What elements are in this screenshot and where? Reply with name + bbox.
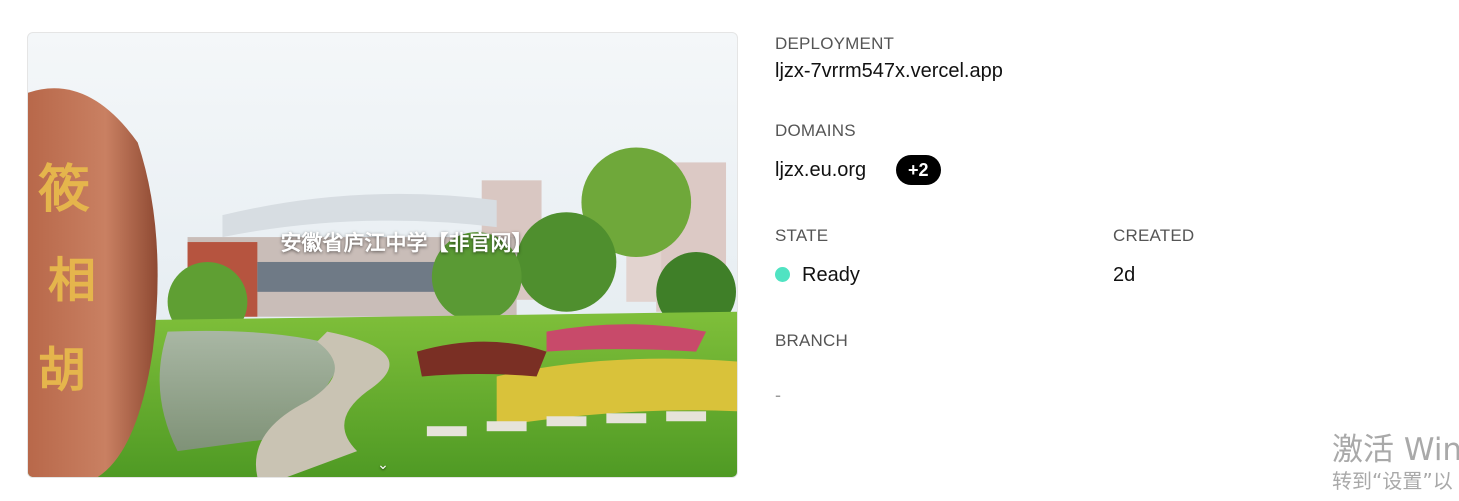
deployment-label: DEPLOYMENT — [775, 34, 895, 53]
created-value: 2d — [1113, 264, 1136, 286]
svg-text:相: 相 — [48, 253, 96, 309]
svg-text:胡: 胡 — [38, 342, 86, 398]
state-label: STATE — [775, 226, 829, 245]
state-value: Ready — [802, 264, 860, 286]
preview-title: 安徽省庐江中学【非官网】 — [280, 231, 533, 255]
domains-label: DOMAINS — [775, 121, 856, 140]
more-domains-badge[interactable]: +2 — [896, 155, 941, 185]
chevron-down-icon[interactable]: ⌄ — [374, 455, 392, 473]
deployment-url-link[interactable]: ljzx-7vrrm547x.vercel.app — [775, 60, 1003, 83]
branch-value: - — [775, 385, 781, 405]
svg-text:筱: 筱 — [38, 159, 90, 220]
domain-link[interactable]: ljzx.eu.org — [775, 159, 866, 182]
status-indicator — [775, 267, 790, 282]
deployment-preview[interactable]: 筱 相 胡 安徽省庐江中学【非官网】 ⌄ — [27, 32, 738, 478]
deployment-overview: 筱 相 胡 安徽省庐江中学【非官网】 ⌄ DEPLOYMENT ljzx-7vr… — [0, 0, 1459, 501]
activation-watermark-title: 激活 Win — [1332, 432, 1459, 468]
activation-watermark-subtitle: 转到“设置”以 — [1332, 469, 1453, 493]
branch-label: BRANCH — [775, 331, 848, 350]
created-label: CREATED — [1113, 226, 1195, 245]
